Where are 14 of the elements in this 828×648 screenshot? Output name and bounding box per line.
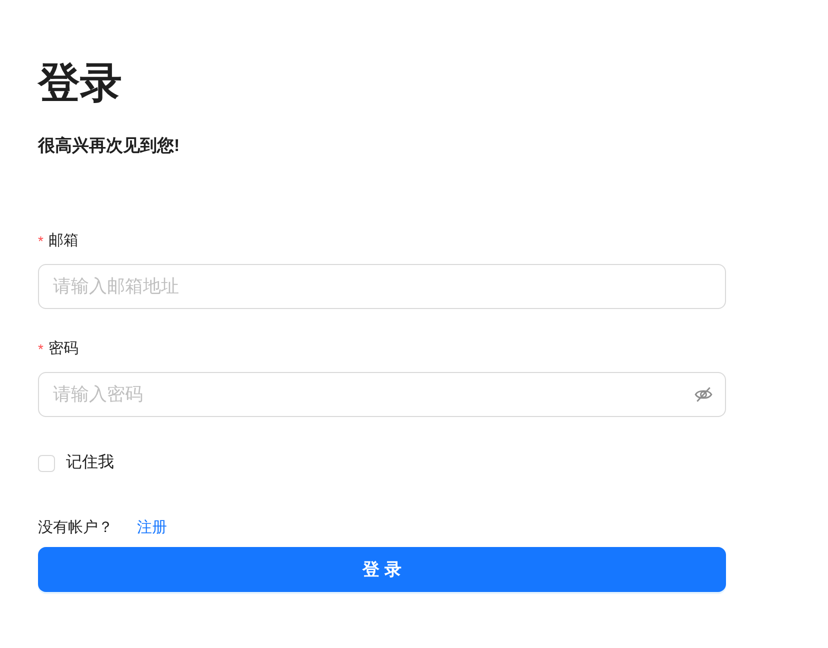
page-title: 登录 bbox=[38, 58, 122, 108]
field-label: 密码 bbox=[48, 339, 78, 359]
eye-slash-icon[interactable] bbox=[694, 385, 713, 404]
login-button[interactable]: 登 录 bbox=[38, 547, 726, 592]
required-mark: * bbox=[38, 340, 44, 359]
required-mark: * bbox=[38, 232, 44, 251]
password-field[interactable]: 请输入密码 bbox=[38, 372, 726, 417]
remember-label: 记住我 bbox=[66, 452, 114, 473]
remember-checkbox[interactable] bbox=[38, 454, 55, 472]
field-label: 邮箱 bbox=[48, 231, 78, 251]
welcome-subtitle: 很高兴再次见到您! bbox=[38, 135, 180, 157]
signup-link[interactable]: 注册 bbox=[137, 517, 167, 539]
email-field[interactable]: 请输入邮箱地址 bbox=[38, 264, 726, 309]
signup-prompt: 没有帐户？ bbox=[38, 518, 113, 538]
